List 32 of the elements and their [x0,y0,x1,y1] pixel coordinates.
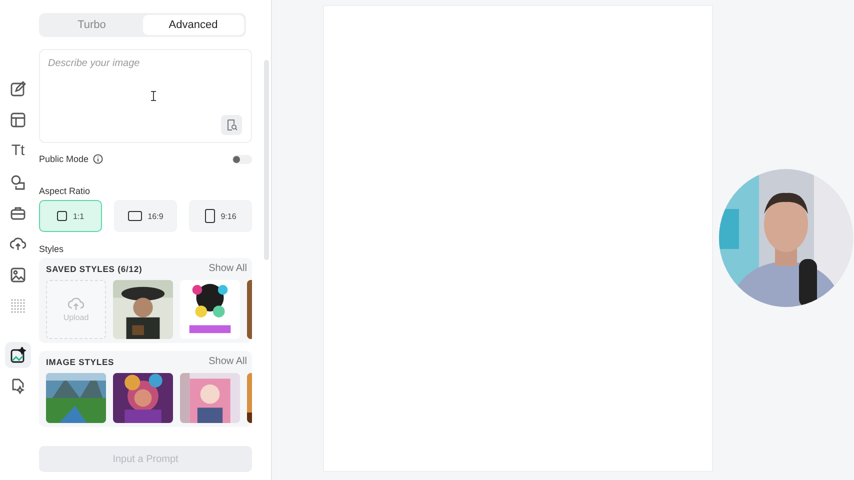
public-mode-toggle[interactable] [232,154,252,164]
section-title: IMAGE STYLES [46,356,114,366]
aspect-ratio-label: Aspect Ratio [39,186,92,196]
shapes-icon[interactable] [10,174,26,190]
dot-grid-icon[interactable] [10,298,26,314]
aspect-ratio-option[interactable]: 16:9 [114,200,177,232]
upload-icon[interactable] [10,236,26,252]
upload-icon [68,297,84,310]
document-search-icon [226,119,238,131]
show-all-link[interactable]: Show All [208,263,247,274]
show-all-link[interactable]: Show All [208,356,247,367]
enhance-button[interactable] [221,115,242,135]
aspect-ratio-option[interactable]: 1:1 [39,200,102,232]
image-icon[interactable] [10,267,26,283]
scrollbar[interactable] [264,60,269,260]
briefcase-icon[interactable] [10,205,26,221]
text-tool-icon[interactable]: Tt [11,143,25,159]
landscape-icon [128,211,142,221]
sparkle-file-icon[interactable] [10,378,26,394]
mode-tab[interactable]: Advanced [142,15,244,35]
prompt-field[interactable]: Describe your image [39,49,252,143]
section-title: SAVED STYLES (6/12) [46,264,142,274]
public-mode-label: Public Mode [39,154,89,164]
aspect-ratio-option[interactable]: 9:16 [189,200,252,232]
styles-label: Styles [39,244,65,254]
portrait-icon [204,209,215,223]
info-icon [92,154,103,164]
edit-icon[interactable] [10,81,26,97]
sparkle-image-icon[interactable] [10,347,26,363]
layout-icon[interactable] [10,112,26,128]
square-icon [56,211,67,221]
text-cursor-icon [151,91,156,101]
